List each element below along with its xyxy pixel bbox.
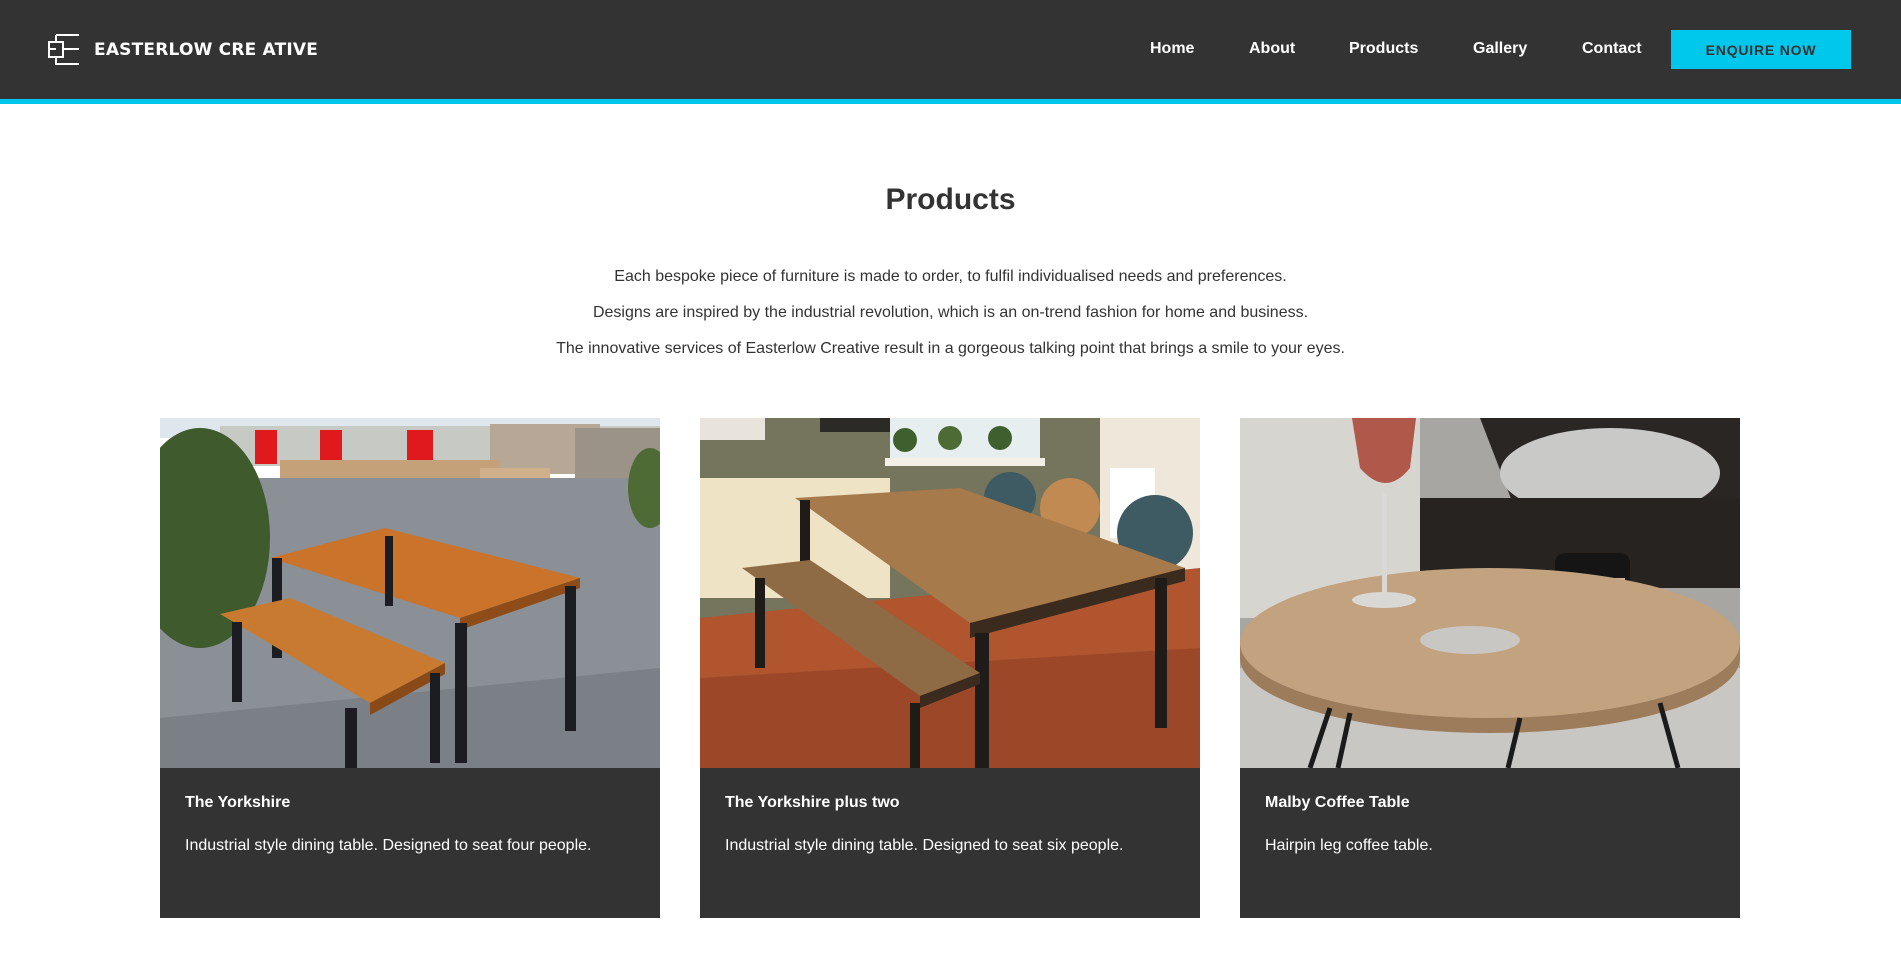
product-description: Hairpin leg coffee table.: [1265, 837, 1433, 854]
product-info: Malby Coffee Table Hairpin leg coffee ta…: [1240, 768, 1740, 918]
product-info: The Yorkshire plus two Industrial style …: [700, 768, 1200, 918]
enquire-now-button[interactable]: ENQUIRE NOW: [1671, 30, 1851, 69]
product-image-yorkshire[interactable]: [160, 418, 660, 768]
intro-line-3: The innovative services of Easterlow Cre…: [556, 340, 1345, 357]
nav-home[interactable]: Home: [1150, 40, 1194, 58]
site-logo[interactable]: EASTERLOW CRE ATIVE: [48, 33, 318, 66]
intro-line-2: Designs are inspired by the industrial r…: [592, 304, 1309, 321]
product-description: Industrial style dining table. Designed …: [185, 837, 592, 854]
intro-line-1: Each bespoke piece of furniture is made …: [614, 268, 1287, 285]
product-card-yorkshire-plus-two[interactable]: The Yorkshire plus two Industrial style …: [700, 418, 1200, 918]
product-title[interactable]: The Yorkshire plus two: [725, 793, 1175, 813]
product-card-malby-coffee-table[interactable]: Malby Coffee Table Hairpin leg coffee ta…: [1240, 418, 1740, 918]
product-description: Industrial style dining table. Designed …: [725, 837, 1124, 854]
site-header: EASTERLOW CRE ATIVE Home About Products …: [0, 0, 1901, 104]
product-title[interactable]: The Yorkshire: [185, 793, 635, 813]
nav-products[interactable]: Products: [1349, 40, 1418, 58]
nav-gallery[interactable]: Gallery: [1473, 40, 1527, 58]
easterlow-monogram-icon: [48, 34, 79, 65]
product-info: The Yorkshire Industrial style dining ta…: [160, 768, 660, 918]
product-image-yorkshire-plus-two[interactable]: [700, 418, 1200, 768]
product-card-yorkshire[interactable]: The Yorkshire Industrial style dining ta…: [160, 418, 660, 918]
product-title[interactable]: Malby Coffee Table: [1265, 793, 1715, 813]
page-title: Products: [885, 183, 1016, 216]
nav-about[interactable]: About: [1249, 40, 1295, 58]
nav-contact[interactable]: Contact: [1582, 40, 1642, 58]
logo-text: EASTERLOW CRE ATIVE: [94, 39, 319, 60]
product-image-malby-coffee-table[interactable]: [1240, 418, 1740, 768]
